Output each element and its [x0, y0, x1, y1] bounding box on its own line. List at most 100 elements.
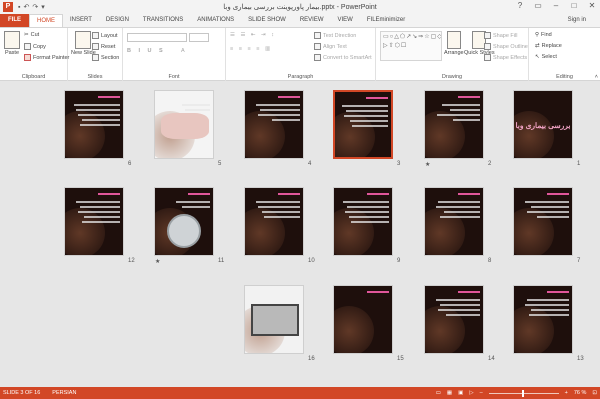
minimize-icon[interactable]: – — [550, 1, 562, 10]
zoom-slider[interactable] — [488, 389, 559, 397]
zoom-level[interactable]: 76 % — [574, 390, 587, 396]
slide-number: 9 — [397, 258, 401, 264]
tab-transitions[interactable]: TRANSITIONS — [136, 14, 190, 27]
section-icon — [92, 54, 99, 61]
slide-thumbnail-2[interactable] — [424, 90, 484, 159]
tab-insert[interactable]: INSERT — [63, 14, 99, 27]
tab-fileminimizer[interactable]: FILEminimizer — [360, 14, 412, 27]
shape-outline-button[interactable]: Shape Outline — [484, 43, 528, 50]
section-button[interactable]: Section — [92, 54, 119, 61]
reset-button[interactable]: Reset — [92, 43, 115, 50]
slide-heading — [458, 193, 480, 195]
cut-button[interactable]: ✂ Cut — [24, 32, 39, 38]
slide-text-line — [527, 211, 569, 213]
slide-text-line — [78, 114, 120, 116]
align-text-button[interactable]: Align Text — [314, 43, 347, 50]
slideshow-view-icon[interactable]: ▷ — [469, 390, 473, 396]
editing-group-label: Editing — [556, 74, 573, 80]
alignment-buttons[interactable]: ≡ ≡ ≡ ≡ ▥ — [230, 46, 272, 52]
slide-text-line — [346, 110, 388, 112]
slide-text-line — [256, 104, 300, 106]
language-indicator[interactable]: PERSIAN — [52, 390, 76, 396]
tab-review[interactable]: REVIEW — [293, 14, 331, 27]
slide-thumbnail-14[interactable] — [424, 285, 484, 354]
slide-number: 7 — [577, 258, 581, 264]
tab-design[interactable]: DESIGN — [99, 14, 136, 27]
slide-heading — [98, 96, 120, 98]
slide-text-line — [351, 221, 389, 223]
font-format-buttons[interactable]: B I U S — [127, 48, 166, 54]
slide-heading — [547, 291, 569, 293]
slide-text-line — [453, 119, 480, 121]
tab-animations[interactable]: ANIMATIONS — [190, 14, 241, 27]
slide-thumbnail-15[interactable] — [333, 285, 393, 354]
slide-thumbnail-13[interactable] — [513, 285, 573, 354]
collapse-ribbon-icon[interactable]: ˄ — [595, 74, 598, 80]
slide-background-image — [514, 111, 554, 158]
format-painter-button[interactable]: Format Painter — [24, 54, 69, 61]
convert-smartart-button[interactable]: Convert to SmartArt — [314, 54, 372, 61]
font-size-field[interactable] — [189, 33, 209, 42]
slide-text-line — [350, 120, 388, 122]
arrange-button[interactable]: Arrange — [444, 31, 464, 56]
ribbon-display-icon[interactable]: ▭ — [532, 1, 544, 10]
transition-star-icon[interactable]: ★ — [425, 161, 430, 168]
slide-text-line — [531, 309, 569, 311]
slide-text-line — [83, 216, 120, 218]
help-icon[interactable]: ? — [514, 1, 526, 10]
replace-button[interactable]: ⇄ Replace — [535, 43, 562, 49]
select-button[interactable]: ↖ Select — [535, 54, 557, 60]
fit-slide-icon[interactable]: ⊡ — [592, 390, 597, 396]
shape-fill-button[interactable]: Shape Fill — [484, 32, 517, 39]
find-button[interactable]: ⚲ Find — [535, 32, 552, 38]
replace-icon: ⇄ — [535, 43, 540, 49]
slide-text-line — [175, 201, 210, 203]
tab-home[interactable]: HOME — [29, 14, 63, 27]
font-color-icon[interactable]: A — [181, 48, 185, 54]
laptop-image — [251, 304, 299, 336]
normal-view-icon[interactable]: ▭ — [436, 390, 441, 396]
text-direction-button[interactable]: Text Direction — [314, 32, 356, 39]
tab-file[interactable]: FILE — [0, 14, 29, 27]
slide-text-line — [258, 114, 300, 116]
slide-thumbnail-4[interactable] — [244, 90, 304, 159]
clipboard-group: Paste ✂ Cut Copy Format Painter Clipboar… — [0, 28, 69, 81]
drawing-group-label: Drawing — [441, 74, 463, 80]
font-name-field[interactable] — [127, 33, 187, 42]
slide-thumbnail-7[interactable] — [513, 187, 573, 256]
slide-thumbnail-3[interactable] — [333, 90, 393, 159]
petri-dish-image — [167, 214, 201, 248]
slide-thumbnail-10[interactable] — [244, 187, 304, 256]
slide-thumbnail-12[interactable] — [64, 187, 124, 256]
slide-sorter-view-icon[interactable]: ▦ — [447, 390, 452, 396]
reading-view-icon[interactable]: ▣ — [458, 390, 463, 396]
slide-thumbnail-11[interactable] — [154, 187, 214, 256]
list-buttons[interactable]: ☰ ☰ ⇤ ⇥ ↕ — [230, 32, 276, 38]
tab-view[interactable]: VIEW — [331, 14, 360, 27]
transition-star-icon[interactable]: ★ — [155, 258, 160, 265]
tab-slide-show[interactable]: SLIDE SHOW — [241, 14, 293, 27]
shapes-gallery[interactable]: ▭○△⬠↗↘⇒☆▢◇⬭⌒{}▷⇧⬡☐ — [380, 31, 442, 61]
slide-thumbnail-16[interactable] — [244, 285, 304, 354]
maximize-icon[interactable]: □ — [568, 1, 580, 10]
slide-background-image — [334, 306, 374, 353]
new-slide-icon — [75, 31, 92, 49]
layout-button[interactable]: Layout — [92, 32, 118, 39]
slide-text-line — [443, 211, 480, 213]
shape-effects-button[interactable]: Shape Effects — [484, 54, 527, 61]
font-group: B I U S A Font — [123, 28, 226, 81]
slide-thumbnail-6[interactable] — [64, 90, 124, 159]
zoom-in-icon[interactable]: + — [565, 390, 568, 396]
world-map-image — [161, 113, 209, 139]
slide-text-line — [525, 304, 569, 306]
sign-in-link[interactable]: Sign in — [568, 14, 586, 27]
slide-thumbnail-9[interactable] — [333, 187, 393, 256]
close-icon[interactable]: ✕ — [586, 1, 598, 10]
zoom-out-icon[interactable]: – — [480, 390, 483, 396]
slide-text-line — [440, 216, 480, 218]
slide-thumbnail-8[interactable] — [424, 187, 484, 256]
slide-thumbnail-5[interactable] — [154, 90, 214, 159]
slide-thumbnail-1[interactable]: بررسی بیماری وبا — [513, 90, 573, 159]
copy-button[interactable]: Copy — [24, 43, 46, 50]
paste-button[interactable]: Paste — [4, 31, 20, 56]
